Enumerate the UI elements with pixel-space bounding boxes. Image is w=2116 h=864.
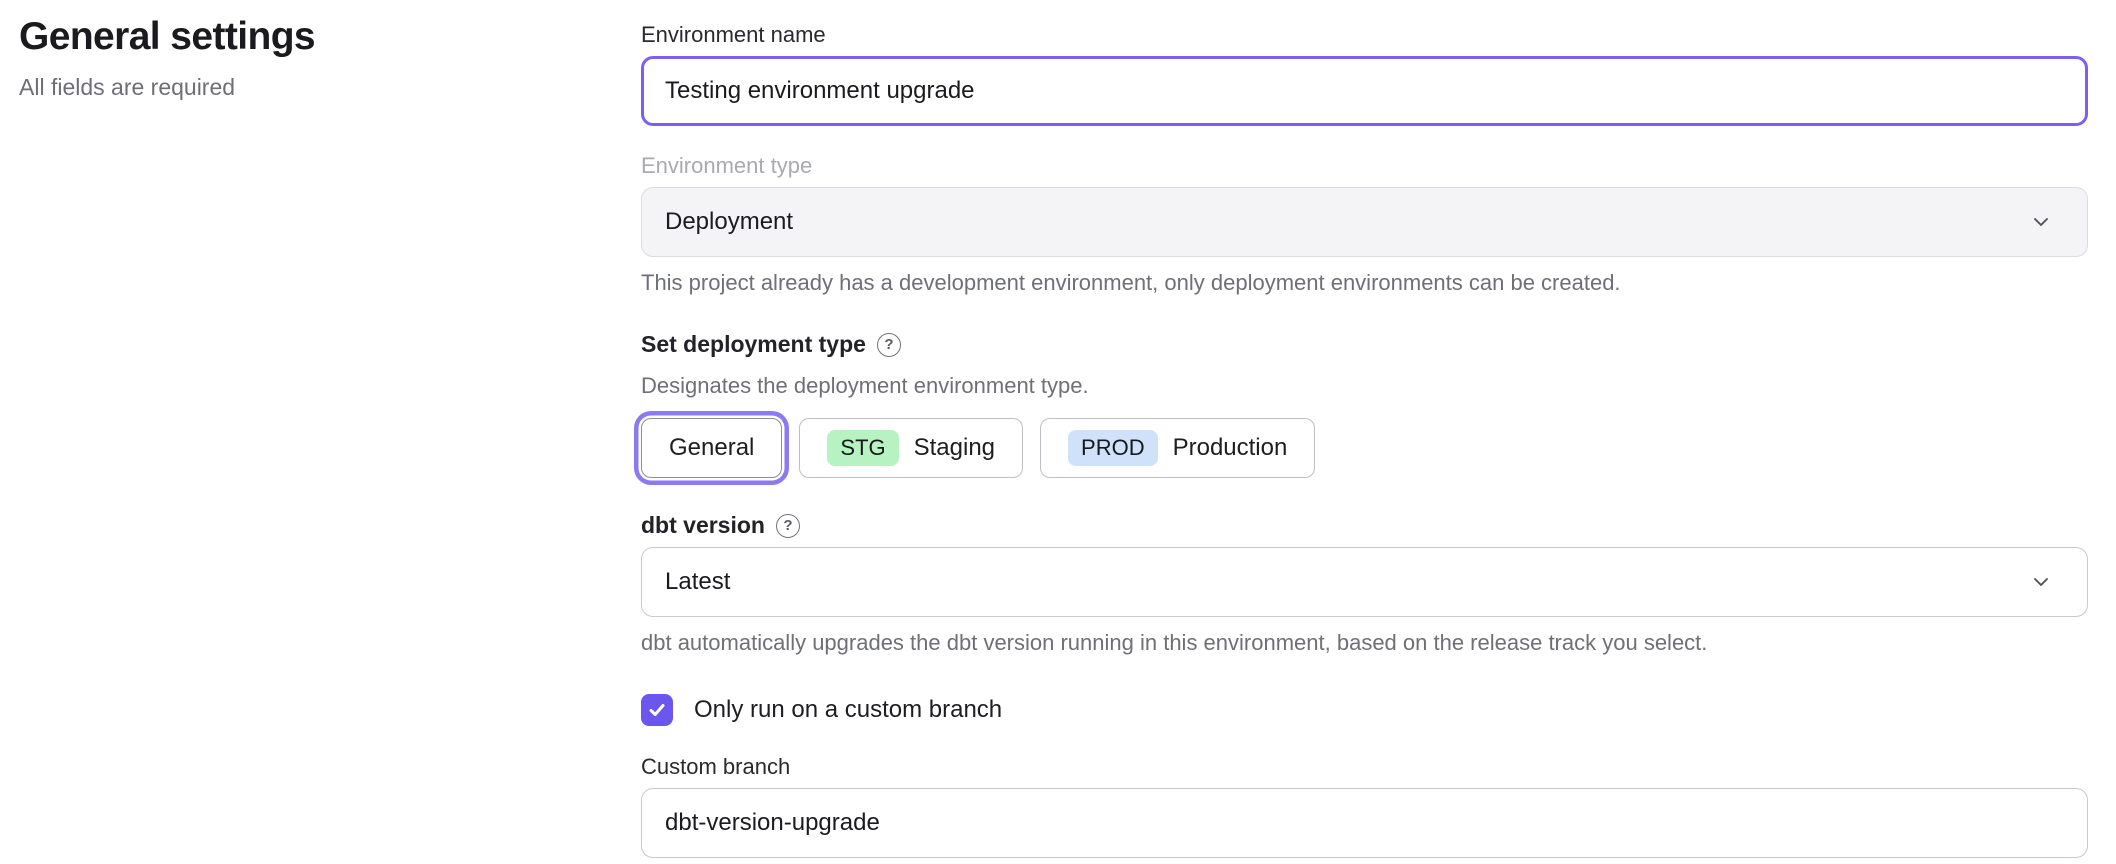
set-deployment-type-text: Set deployment type: [641, 331, 866, 358]
environment-type-label: Environment type: [641, 153, 2088, 179]
dbt-version-label: dbt version ?: [641, 512, 2088, 539]
production-badge: PROD: [1068, 430, 1158, 466]
help-icon[interactable]: ?: [877, 333, 901, 357]
dbt-version-text: dbt version: [641, 512, 765, 539]
custom-branch-checkbox-label: Only run on a custom branch: [694, 696, 1002, 724]
deployment-type-staging-button[interactable]: STG Staging: [799, 418, 1023, 478]
chevron-down-icon: [2030, 211, 2052, 233]
custom-branch-checkbox-row[interactable]: Only run on a custom branch: [641, 694, 2088, 726]
dbt-version-helper: dbt automatically upgrades the dbt versi…: [641, 630, 2088, 656]
page-title: General settings: [19, 14, 579, 61]
custom-branch-input[interactable]: [641, 788, 2088, 858]
chevron-down-icon: [2030, 571, 2052, 593]
settings-intro: General settings All fields are required: [19, 14, 579, 101]
production-button-label: Production: [1173, 434, 1288, 462]
environment-name-input[interactable]: [641, 56, 2088, 126]
staging-button-label: Staging: [914, 434, 995, 462]
general-button-label: General: [669, 434, 754, 462]
environment-name-label: Environment name: [641, 22, 2088, 48]
deployment-type-description: Designates the deployment environment ty…: [641, 373, 2088, 399]
environment-type-value: Deployment: [665, 208, 793, 236]
staging-badge: STG: [827, 430, 898, 466]
deployment-type-options: General STG Staging PROD Production: [641, 418, 2088, 478]
deployment-type-general-button[interactable]: General: [641, 418, 782, 478]
dbt-version-select[interactable]: Latest: [641, 547, 2088, 617]
help-icon[interactable]: ?: [776, 514, 800, 538]
deployment-type-production-button[interactable]: PROD Production: [1040, 418, 1315, 478]
page-subtitle: All fields are required: [19, 74, 579, 101]
environment-settings-form: Environment name Environment type Deploy…: [641, 0, 2088, 858]
environment-type-select: Deployment: [641, 187, 2088, 257]
checkbox-checked-icon[interactable]: [641, 694, 673, 726]
dbt-version-value: Latest: [665, 568, 730, 596]
environment-type-helper: This project already has a development e…: [641, 270, 2088, 296]
set-deployment-type-label: Set deployment type ?: [641, 331, 2088, 358]
custom-branch-label: Custom branch: [641, 754, 2088, 780]
